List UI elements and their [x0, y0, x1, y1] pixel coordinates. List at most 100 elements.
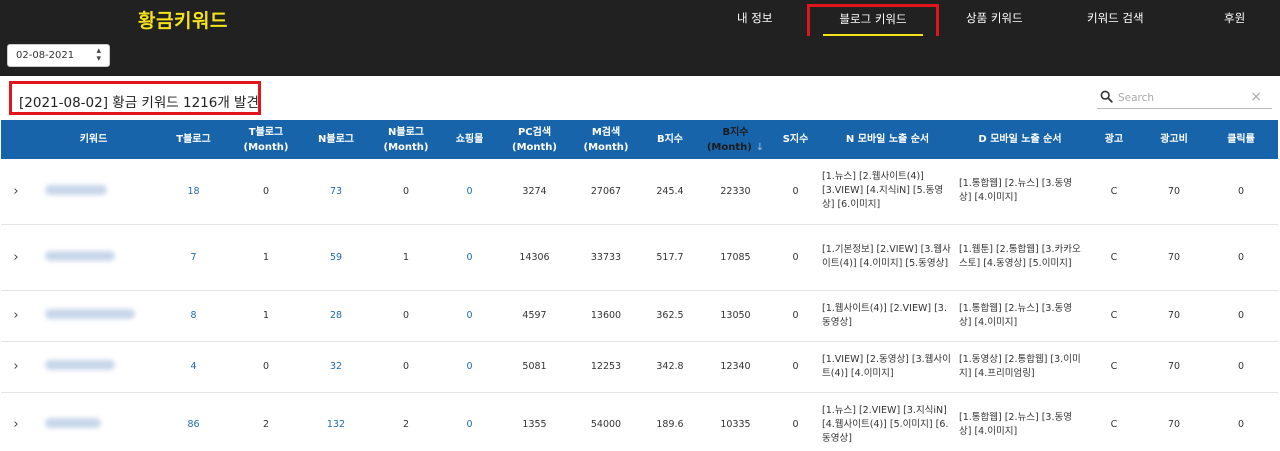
cell-t-blog[interactable]: 8 [156, 290, 231, 342]
cell-b-index-month: 17085 [699, 224, 772, 291]
cell-s-index: 0 [772, 224, 819, 291]
app-logo[interactable]: 황금키워드 [138, 6, 228, 33]
cell-b-index: 362.5 [641, 290, 699, 342]
blurred-keyword[interactable] [45, 250, 115, 261]
cell-shop[interactable]: 0 [441, 224, 498, 291]
cell-ctr: 0 [1204, 290, 1278, 342]
chevron-right-icon[interactable]: › [13, 184, 18, 199]
cell-t-blog-month: 0 [231, 341, 301, 393]
cell-shop[interactable]: 0 [441, 159, 498, 225]
keyword-cell[interactable] [31, 392, 156, 451]
cell-n-order: [1.뉴스] [2.웹사이트(4)] [3.VIEW] [4.지식iN] [5.… [819, 159, 956, 225]
table-row[interactable]: › 8 1 28 0 0 4597 13600 362.5 13050 0 [1.웹사이트(4)] [… [1, 290, 1278, 342]
expand-cell[interactable]: › [1, 290, 31, 342]
cell-n-blog[interactable]: 59 [301, 224, 371, 291]
cell-pc: 14306 [498, 224, 571, 291]
cell-b-index: 245.4 [641, 159, 699, 225]
keyword-cell[interactable] [31, 341, 156, 393]
cell-n-blog[interactable]: 132 [301, 392, 371, 451]
sort-arrow-icon[interactable]: ↓ [756, 142, 764, 153]
cell-pc: 3274 [498, 159, 571, 225]
keyword-table: 키워드 T블로그 T블로그 (Month) N블로그 N블로그 (Month) 쇼핑몰 PC검색… [1, 120, 1278, 451]
cell-n-order: [1.기본정보] [2.VIEW] [3.웹사이트(4)] [4.이미지] [5… [819, 224, 956, 291]
chevron-right-icon[interactable]: › [13, 250, 18, 265]
cell-n-blog-month: 2 [371, 392, 441, 451]
column-header-n-blog-month[interactable]: N블로그 (Month) [371, 120, 441, 159]
keyword-cell[interactable] [31, 159, 156, 225]
date-select[interactable]: 02-08-2021 ▴ ▾ [7, 44, 110, 67]
column-header-ad[interactable]: 광고 [1084, 120, 1144, 159]
column-header-ctr[interactable]: 클릭률 [1204, 120, 1278, 159]
cell-shop[interactable]: 0 [441, 392, 498, 451]
cell-t-blog[interactable]: 4 [156, 341, 231, 393]
cell-ad: C [1084, 224, 1144, 291]
column-header-pc[interactable]: PC검색 (Month) [498, 120, 571, 159]
column-header-label: 광고비 [1160, 134, 1188, 145]
expand-cell[interactable]: › [1, 392, 31, 451]
column-header-label: D 모바일 노출 순서 [978, 134, 1062, 145]
cell-m: 27067 [571, 159, 641, 225]
nav-item-product-keyword[interactable]: 상품 키워드 [966, 10, 1023, 26]
cell-ctr: 0 [1204, 341, 1278, 393]
blurred-keyword[interactable] [45, 360, 115, 370]
table-body: › 18 0 73 0 0 3274 27067 245.4 22330 0 [1.뉴스] [2.웹사… [1, 159, 1278, 451]
date-toolbar: 02-08-2021 ▴ ▾ [0, 36, 1280, 76]
nav-item-keyword-search[interactable]: 키워드 검색 [1087, 10, 1144, 26]
expand-cell[interactable]: › [1, 224, 31, 291]
cell-t-blog-month: 0 [231, 159, 301, 225]
blurred-keyword[interactable] [45, 418, 101, 428]
column-header-d-order[interactable]: D 모바일 노출 순서 [956, 120, 1084, 159]
table-row[interactable]: › 4 0 32 0 0 5081 12253 342.8 12340 0 [1.VIEW] [2.동… [1, 341, 1278, 393]
column-header-n-order[interactable]: N 모바일 노출 순서 [819, 120, 956, 159]
cell-ad: C [1084, 290, 1144, 342]
cell-t-blog[interactable]: 7 [156, 224, 231, 291]
cell-ctr: 0 [1204, 224, 1278, 291]
chevron-right-icon[interactable]: › [13, 417, 18, 432]
chevron-right-icon[interactable]: › [13, 308, 18, 323]
cell-n-blog[interactable]: 73 [301, 159, 371, 225]
column-header-t-blog[interactable]: T블로그 [156, 120, 231, 159]
table-row[interactable]: › 7 1 59 1 0 14306 33733 517.7 17085 0 [1.기본정보] [2.… [1, 224, 1278, 291]
nav-item-my-info[interactable]: 내 정보 [737, 10, 772, 26]
nav-item-support[interactable]: 후원 [1224, 10, 1245, 26]
cell-m: 13600 [571, 290, 641, 342]
cell-n-blog[interactable]: 28 [301, 290, 371, 342]
blurred-keyword[interactable] [45, 184, 107, 195]
clear-icon[interactable]: × [1250, 89, 1262, 105]
cell-pc: 1355 [498, 392, 571, 451]
table-row[interactable]: › 86 2 132 2 0 1355 54000 189.6 10335 0 [1.뉴스] [2.V… [1, 392, 1278, 451]
cell-n-order: [1.뉴스] [2.VIEW] [3.지식iN] [4.웹사이트(4)] [5.… [819, 392, 956, 451]
column-header-label: 키워드 [79, 134, 108, 145]
expand-cell[interactable]: › [1, 159, 31, 225]
column-header-b-index[interactable]: B지수 [641, 120, 699, 159]
column-header-m[interactable]: M검색 (Month) [571, 120, 641, 159]
cell-t-blog-month: 1 [231, 290, 301, 342]
table-row[interactable]: › 18 0 73 0 0 3274 27067 245.4 22330 0 [1.뉴스] [2.웹사… [1, 159, 1278, 225]
column-header-keyword[interactable]: 키워드 [31, 120, 156, 159]
cell-b-index: 189.6 [641, 392, 699, 451]
cell-n-blog[interactable]: 32 [301, 341, 371, 393]
cell-t-blog-month: 1 [231, 224, 301, 291]
search-box[interactable]: Search × [1097, 88, 1272, 109]
cell-shop[interactable]: 0 [441, 341, 498, 393]
cell-t-blog[interactable]: 86 [156, 392, 231, 451]
blurred-keyword[interactable] [45, 309, 135, 319]
column-header-b-index-month[interactable]: B지수 (Month) ↓ [699, 120, 772, 159]
cell-pc: 4597 [498, 290, 571, 342]
column-header-shop[interactable]: 쇼핑몰 [441, 120, 498, 159]
keyword-cell[interactable] [31, 290, 156, 342]
search-input[interactable]: Search [1118, 92, 1154, 104]
column-header-label: 클릭률 [1227, 134, 1255, 145]
column-header-t-blog-month[interactable]: T블로그 (Month) [231, 120, 301, 159]
cell-b-index-month: 13050 [699, 290, 772, 342]
column-header-ad-cost[interactable]: 광고비 [1144, 120, 1204, 159]
column-header-n-blog[interactable]: N블로그 [301, 120, 371, 159]
cell-b-index-month: 22330 [699, 159, 772, 225]
cell-shop[interactable]: 0 [441, 290, 498, 342]
cell-n-blog-month: 1 [371, 224, 441, 291]
keyword-cell[interactable] [31, 224, 156, 291]
expand-cell[interactable]: › [1, 341, 31, 393]
cell-t-blog[interactable]: 18 [156, 159, 231, 225]
column-header-s-index[interactable]: S지수 [772, 120, 819, 159]
chevron-right-icon[interactable]: › [13, 359, 18, 374]
